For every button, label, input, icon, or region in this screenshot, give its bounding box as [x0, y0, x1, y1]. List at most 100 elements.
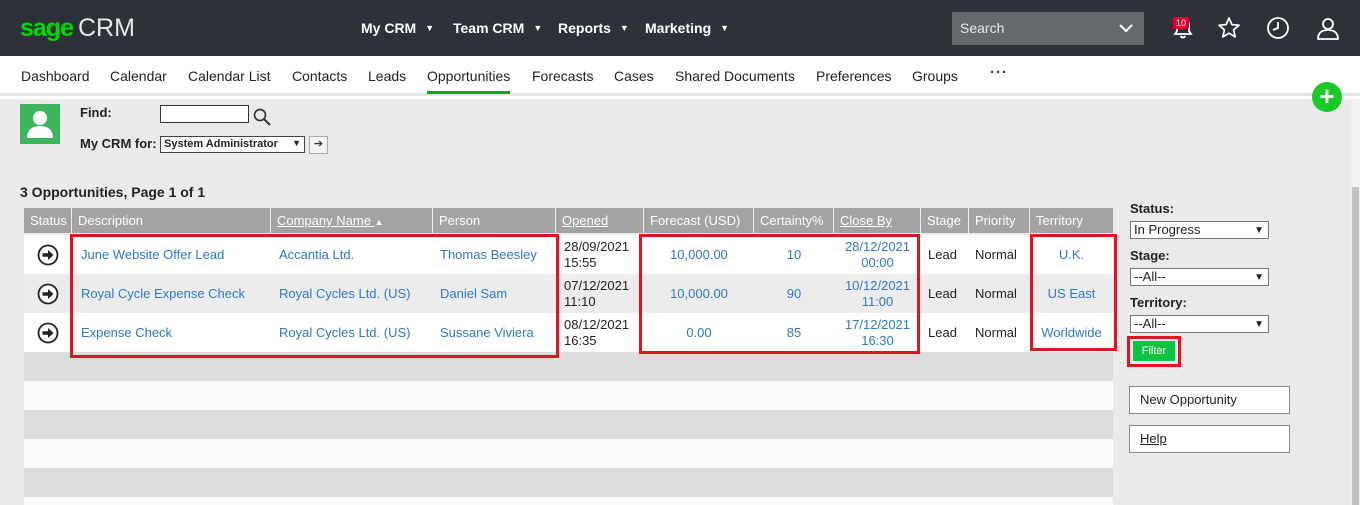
- help-button[interactable]: Help: [1129, 425, 1290, 453]
- global-search-input[interactable]: Search: [952, 12, 1144, 45]
- opened-time: 15:55: [564, 254, 597, 270]
- close-date: 10/12/2021: [844, 277, 911, 293]
- tab-dashboard[interactable]: Dashboard: [21, 68, 90, 84]
- topnav-reports[interactable]: Reports ▼: [558, 0, 629, 56]
- close-by-link[interactable]: 17/12/2021 16:30: [834, 313, 921, 352]
- col-stage: Stage: [921, 208, 969, 233]
- add-new-button[interactable]: +: [1312, 82, 1342, 112]
- stage-value: Lead: [928, 286, 957, 301]
- col-certainty: Certainty%: [754, 208, 834, 233]
- more-tabs-button[interactable]: ···: [990, 64, 1008, 81]
- company-link[interactable]: Royal Cycles Ltd. (US): [279, 274, 410, 313]
- territory-link[interactable]: Worldwide: [1030, 313, 1113, 352]
- company-link[interactable]: Royal Cycles Ltd. (US): [279, 313, 410, 352]
- table-row: Royal Cycle Expense Check Royal Cycles L…: [24, 274, 1113, 313]
- person-link[interactable]: Sussane Viviera: [440, 313, 534, 352]
- opened-time: 11:10: [564, 293, 596, 309]
- territory-link[interactable]: US East: [1030, 274, 1113, 313]
- topnav-label: Marketing: [645, 20, 712, 36]
- tab-cases[interactable]: Cases: [614, 68, 654, 84]
- app-logo[interactable]: sage CRM: [20, 14, 135, 42]
- territory-filter-value: --All--: [1134, 316, 1166, 331]
- close-time: 00:00: [861, 254, 894, 270]
- user-icon[interactable]: [1315, 15, 1341, 41]
- close-time: 11:00: [861, 293, 894, 309]
- close-date: 17/12/2021: [844, 316, 911, 332]
- tab-leads[interactable]: Leads: [368, 68, 406, 84]
- empty-row: [24, 468, 1113, 497]
- description-link[interactable]: Expense Check: [81, 313, 172, 352]
- territory-link[interactable]: U.K.: [1030, 235, 1113, 274]
- close-by-link[interactable]: 28/12/2021 00:00: [834, 235, 921, 274]
- territory-filter-label: Territory:: [1130, 295, 1187, 310]
- topnav-label: My CRM: [361, 20, 417, 36]
- chevron-down-icon: ▼: [292, 138, 301, 148]
- status-filter-select[interactable]: In Progress ▼: [1130, 221, 1269, 239]
- my-crm-for-label: My CRM for:: [80, 136, 157, 151]
- empty-row: [24, 439, 1113, 468]
- status-arrow-icon[interactable]: [37, 244, 59, 266]
- opened-cell: 07/12/2021 11:10: [564, 274, 629, 313]
- vertical-scrollbar[interactable]: [1351, 99, 1360, 505]
- person-link[interactable]: Thomas Beesley: [440, 235, 537, 274]
- company-link[interactable]: Accantia Ltd.: [279, 235, 354, 274]
- priority-value: Normal: [975, 325, 1017, 340]
- new-opportunity-button[interactable]: New Opportunity: [1129, 386, 1290, 414]
- go-button[interactable]: ➔: [309, 136, 328, 154]
- col-status: Status: [24, 208, 72, 233]
- top-bar: sage CRM My CRM ▼ Team CRM ▼ Reports ▼ Mark…: [0, 0, 1360, 56]
- tab-calendar-list[interactable]: Calendar List: [188, 68, 271, 84]
- find-input[interactable]: [160, 105, 249, 123]
- logo-product: CRM: [77, 14, 135, 42]
- description-link[interactable]: June Website Offer Lead: [81, 235, 224, 274]
- forecast-value[interactable]: 0.00: [644, 313, 754, 352]
- topnav-marketing[interactable]: Marketing ▼: [645, 0, 729, 56]
- clock-icon[interactable]: [1265, 15, 1291, 41]
- empty-row: [24, 497, 1113, 505]
- certainty-value[interactable]: 90: [754, 274, 834, 313]
- star-icon[interactable]: [1216, 15, 1242, 41]
- empty-row: [24, 352, 1113, 381]
- my-crm-for-select[interactable]: System Administrator ▼: [160, 136, 305, 153]
- status-arrow-icon[interactable]: [37, 283, 59, 305]
- topnav-team-crm[interactable]: Team CRM ▼: [453, 0, 542, 56]
- search-icon[interactable]: [252, 107, 272, 127]
- tab-shared-documents[interactable]: Shared Documents: [675, 68, 795, 84]
- topnav-my-crm[interactable]: My CRM ▼: [361, 0, 434, 56]
- stage-value: Lead: [928, 325, 957, 340]
- col-priority: Priority: [969, 208, 1030, 233]
- col-forecast: Forecast (USD): [644, 208, 754, 233]
- empty-row: [24, 410, 1113, 439]
- tab-groups[interactable]: Groups: [912, 68, 958, 84]
- tab-calendar[interactable]: Calendar: [110, 68, 167, 84]
- opened-time: 16:35: [564, 332, 597, 348]
- opened-cell: 28/09/2021 15:55: [564, 235, 629, 274]
- certainty-value[interactable]: 10: [754, 235, 834, 274]
- avatar: [20, 104, 60, 144]
- filter-button[interactable]: Filter: [1133, 341, 1175, 361]
- stage-filter-select[interactable]: --All-- ▼: [1130, 268, 1269, 286]
- status-filter-value: In Progress: [1134, 222, 1201, 237]
- scrollbar-thumb[interactable]: [1352, 187, 1359, 505]
- tab-preferences[interactable]: Preferences: [816, 68, 891, 84]
- close-by-link[interactable]: 10/12/2021 11:00: [834, 274, 921, 313]
- territory-filter-select[interactable]: --All-- ▼: [1130, 315, 1269, 333]
- tab-opportunities[interactable]: Opportunities: [427, 68, 511, 94]
- table-row: Expense Check Royal Cycles Ltd. (US) Sus…: [24, 313, 1113, 352]
- caret-down-icon: ▼: [533, 23, 543, 33]
- tab-forecasts[interactable]: Forecasts: [532, 68, 593, 84]
- forecast-value[interactable]: 10,000.00: [644, 274, 754, 313]
- col-opened[interactable]: Opened: [556, 208, 644, 233]
- col-company-name[interactable]: Company Name ▲: [271, 208, 433, 233]
- status-arrow-icon[interactable]: [37, 322, 59, 344]
- col-close-by[interactable]: Close By: [834, 208, 921, 233]
- person-link[interactable]: Daniel Sam: [440, 274, 507, 313]
- chevron-down-icon[interactable]: [1118, 20, 1134, 36]
- forecast-value[interactable]: 10,000.00: [644, 235, 754, 274]
- tab-contacts[interactable]: Contacts: [292, 68, 347, 84]
- caret-down-icon: ▼: [720, 23, 730, 33]
- certainty-value[interactable]: 85: [754, 313, 834, 352]
- find-label: Find:: [80, 105, 112, 120]
- description-link[interactable]: Royal Cycle Expense Check: [81, 274, 245, 313]
- table-row: June Website Offer Lead Accantia Ltd. Th…: [24, 235, 1113, 274]
